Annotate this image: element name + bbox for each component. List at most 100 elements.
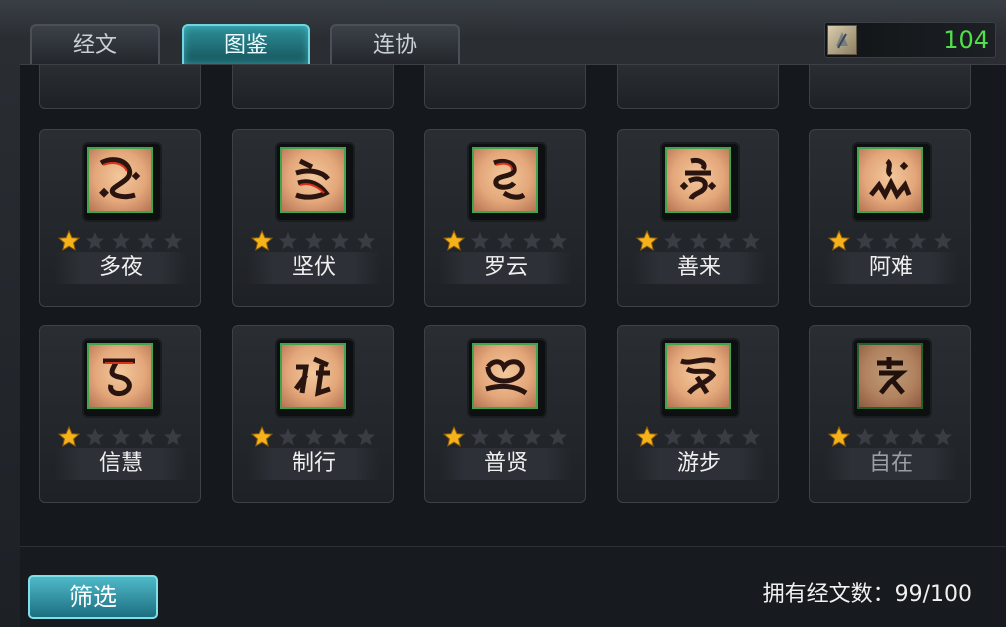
star-rating (251, 230, 381, 252)
star-empty-icon (303, 230, 325, 252)
star-empty-icon (136, 426, 158, 448)
card-name: 阿难 (824, 252, 958, 284)
rune-icon (87, 147, 153, 213)
card-name: 善来 (632, 252, 766, 284)
card-name: 坚伏 (247, 252, 381, 284)
codex-card[interactable]: 制行 (232, 325, 394, 503)
card-name: 多夜 (54, 252, 188, 284)
star-empty-icon (688, 230, 710, 252)
codex-card-partial[interactable] (39, 65, 201, 109)
codex-card[interactable]: 罗云 (424, 129, 586, 307)
star-empty-icon (110, 230, 132, 252)
star-rating (251, 426, 381, 448)
star-empty-icon (521, 426, 543, 448)
star-empty-icon (547, 230, 569, 252)
codex-card[interactable]: 善来 (617, 129, 779, 307)
scripture-count-display: 104 (824, 22, 996, 58)
rune-icon-frame (467, 142, 547, 222)
star-rating (58, 230, 188, 252)
star-empty-icon (469, 230, 491, 252)
star-empty-icon (355, 230, 377, 252)
tab-scriptures[interactable]: 经文 (30, 24, 160, 64)
star-empty-icon (469, 426, 491, 448)
card-name: 制行 (247, 448, 381, 480)
codex-card[interactable]: 坚伏 (232, 129, 394, 307)
star-empty-icon (84, 426, 106, 448)
rune-icon-frame (82, 142, 162, 222)
footer-bar: 筛选 拥有经文数：99/100 (20, 546, 1006, 627)
star-filled-icon (251, 230, 273, 252)
codex-card[interactable]: 游步 (617, 325, 779, 503)
card-name: 罗云 (439, 252, 573, 284)
star-empty-icon (521, 230, 543, 252)
star-filled-icon (443, 230, 465, 252)
star-empty-icon (277, 426, 299, 448)
codex-panel: 多夜 坚伏 罗云 善来 阿难 信慧 制行 普贤 游步 自在 (20, 64, 1006, 547)
star-filled-icon (443, 426, 465, 448)
rune-icon (472, 343, 538, 409)
star-empty-icon (740, 230, 762, 252)
codex-window: 经文 图鉴 连协 104 多夜 坚伏 罗云 善来 阿难 信慧 制行 普贤 游步 … (0, 0, 1006, 627)
star-empty-icon (162, 426, 184, 448)
rune-icon (665, 343, 731, 409)
rune-icon-frame (275, 142, 355, 222)
owned-count: 拥有经文数：99/100 (762, 582, 972, 607)
codex-card-partial[interactable] (617, 65, 779, 109)
rune-icon (665, 147, 731, 213)
codex-card-locked[interactable]: 自在 (809, 325, 971, 503)
codex-card-partial[interactable] (809, 65, 971, 109)
tab-links[interactable]: 连协 (330, 24, 460, 64)
star-empty-icon (495, 426, 517, 448)
currency-value: 104 (943, 26, 989, 54)
star-filled-icon (58, 426, 80, 448)
codex-card[interactable]: 信慧 (39, 325, 201, 503)
star-empty-icon (662, 426, 684, 448)
star-rating (443, 426, 573, 448)
rune-icon (280, 343, 346, 409)
star-filled-icon (251, 426, 273, 448)
star-rating (828, 230, 958, 252)
card-name: 自在 (824, 448, 958, 480)
star-filled-icon (828, 426, 850, 448)
star-rating (58, 426, 188, 448)
star-empty-icon (854, 426, 876, 448)
star-filled-icon (636, 230, 658, 252)
star-empty-icon (162, 230, 184, 252)
star-empty-icon (906, 426, 928, 448)
codex-card-partial[interactable] (232, 65, 394, 109)
codex-card-partial[interactable] (424, 65, 586, 109)
rune-icon-frame (275, 338, 355, 418)
star-empty-icon (880, 426, 902, 448)
star-empty-icon (714, 426, 736, 448)
star-empty-icon (84, 230, 106, 252)
card-name: 游步 (632, 448, 766, 480)
star-rating (828, 426, 958, 448)
star-empty-icon (688, 426, 710, 448)
rune-icon (857, 147, 923, 213)
rune-icon-frame (660, 338, 740, 418)
rune-icon (857, 343, 923, 409)
star-empty-icon (329, 230, 351, 252)
tab-codex[interactable]: 图鉴 (182, 24, 310, 64)
codex-card[interactable]: 普贤 (424, 325, 586, 503)
star-filled-icon (58, 230, 80, 252)
rune-icon-frame (660, 142, 740, 222)
rune-icon-frame (82, 338, 162, 418)
scroll-icon (827, 25, 857, 55)
star-empty-icon (906, 230, 928, 252)
codex-grid[interactable]: 多夜 坚伏 罗云 善来 阿难 信慧 制行 普贤 游步 自在 (20, 65, 1006, 547)
star-rating (636, 230, 766, 252)
star-rating (636, 426, 766, 448)
rune-icon (280, 147, 346, 213)
rune-icon-frame (467, 338, 547, 418)
codex-card[interactable]: 阿难 (809, 129, 971, 307)
filter-button[interactable]: 筛选 (28, 575, 158, 619)
star-empty-icon (662, 230, 684, 252)
star-empty-icon (355, 426, 377, 448)
rune-icon (472, 147, 538, 213)
star-empty-icon (547, 426, 569, 448)
star-empty-icon (277, 230, 299, 252)
codex-card[interactable]: 多夜 (39, 129, 201, 307)
star-empty-icon (495, 230, 517, 252)
card-name: 普贤 (439, 448, 573, 480)
